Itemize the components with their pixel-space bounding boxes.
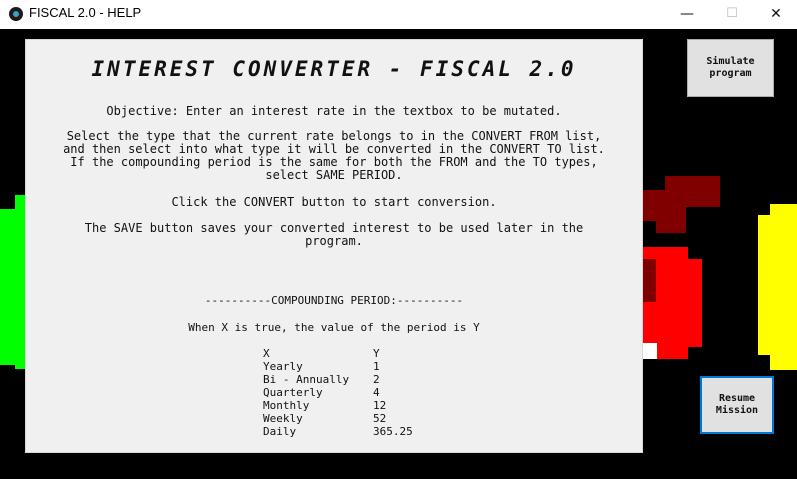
table-cell-x: Weekly: [263, 412, 303, 425]
red-character-eye: [643, 343, 657, 359]
table-row: Quarterly 4: [263, 386, 413, 399]
app-icon: [9, 7, 23, 21]
instructions-text: Select the type that the current rate be…: [63, 129, 605, 182]
help-panel: INTEREST CONVERTER - FISCAL 2.0 Objectiv…: [25, 39, 643, 453]
resume-mission-button[interactable]: Resume Mission: [700, 376, 774, 434]
table-row: Monthly 12: [263, 399, 413, 412]
table-cell-y: 4: [373, 386, 380, 399]
table-cell-y: 52: [373, 412, 387, 425]
table-row: Bi - Annually 2: [263, 373, 413, 386]
table-cell-y: 365.25: [373, 425, 413, 438]
dark-red-block: [665, 176, 720, 207]
red-character-body: [688, 259, 702, 347]
convert-note: Click the CONVERT button to start conver…: [171, 195, 497, 209]
dark-red-block: [643, 207, 656, 221]
window-title: FISCAL 2.0 - HELP: [29, 5, 142, 20]
yellow-character-body: [770, 204, 797, 370]
window-titlebar: FISCAL 2.0 - HELP — ☐ ✕: [0, 0, 797, 29]
objective-text: Objective: Enter an interest rate in the…: [106, 104, 562, 118]
table-row: Yearly 1: [263, 360, 413, 373]
table-header-x: X: [263, 347, 270, 360]
table-row: Weekly 52: [263, 412, 413, 425]
table-cell-x: Quarterly: [263, 386, 323, 399]
table-cell-x: Monthly: [263, 399, 310, 412]
dark-red-block: [656, 207, 686, 233]
table-header-y: Y: [373, 347, 380, 360]
table-cell-x: Bi - Annually: [263, 373, 350, 386]
minimize-icon[interactable]: —: [664, 0, 710, 29]
dark-red-block: [643, 190, 665, 207]
help-title: INTEREST CONVERTER - FISCAL 2.0: [91, 57, 577, 81]
table-cell-y: 2: [373, 373, 380, 386]
table-cell-y: 12: [373, 399, 387, 412]
maximize-icon: ☐: [726, 6, 738, 21]
table-cell-y: 1: [373, 360, 380, 373]
table-cell-x: Daily: [263, 425, 297, 438]
simulate-program-button[interactable]: Simulate program: [687, 39, 774, 97]
compounding-table: X Y Yearly 1 Bi - Annually 2 Quarterly 4…: [263, 347, 413, 438]
table-row: Daily 365.25: [263, 425, 413, 438]
section-description: When X is true, the value of the period …: [188, 321, 480, 334]
section-heading: ----------COMPOUNDING PERIOD:----------: [204, 294, 464, 307]
table-header-row: X Y: [263, 347, 413, 360]
close-icon[interactable]: ✕: [753, 0, 797, 29]
table-cell-x: Yearly: [263, 360, 303, 373]
red-character-shade: [643, 259, 656, 302]
yellow-character-edge: [758, 215, 770, 355]
save-note: The SAVE button saves your converted int…: [84, 221, 584, 248]
